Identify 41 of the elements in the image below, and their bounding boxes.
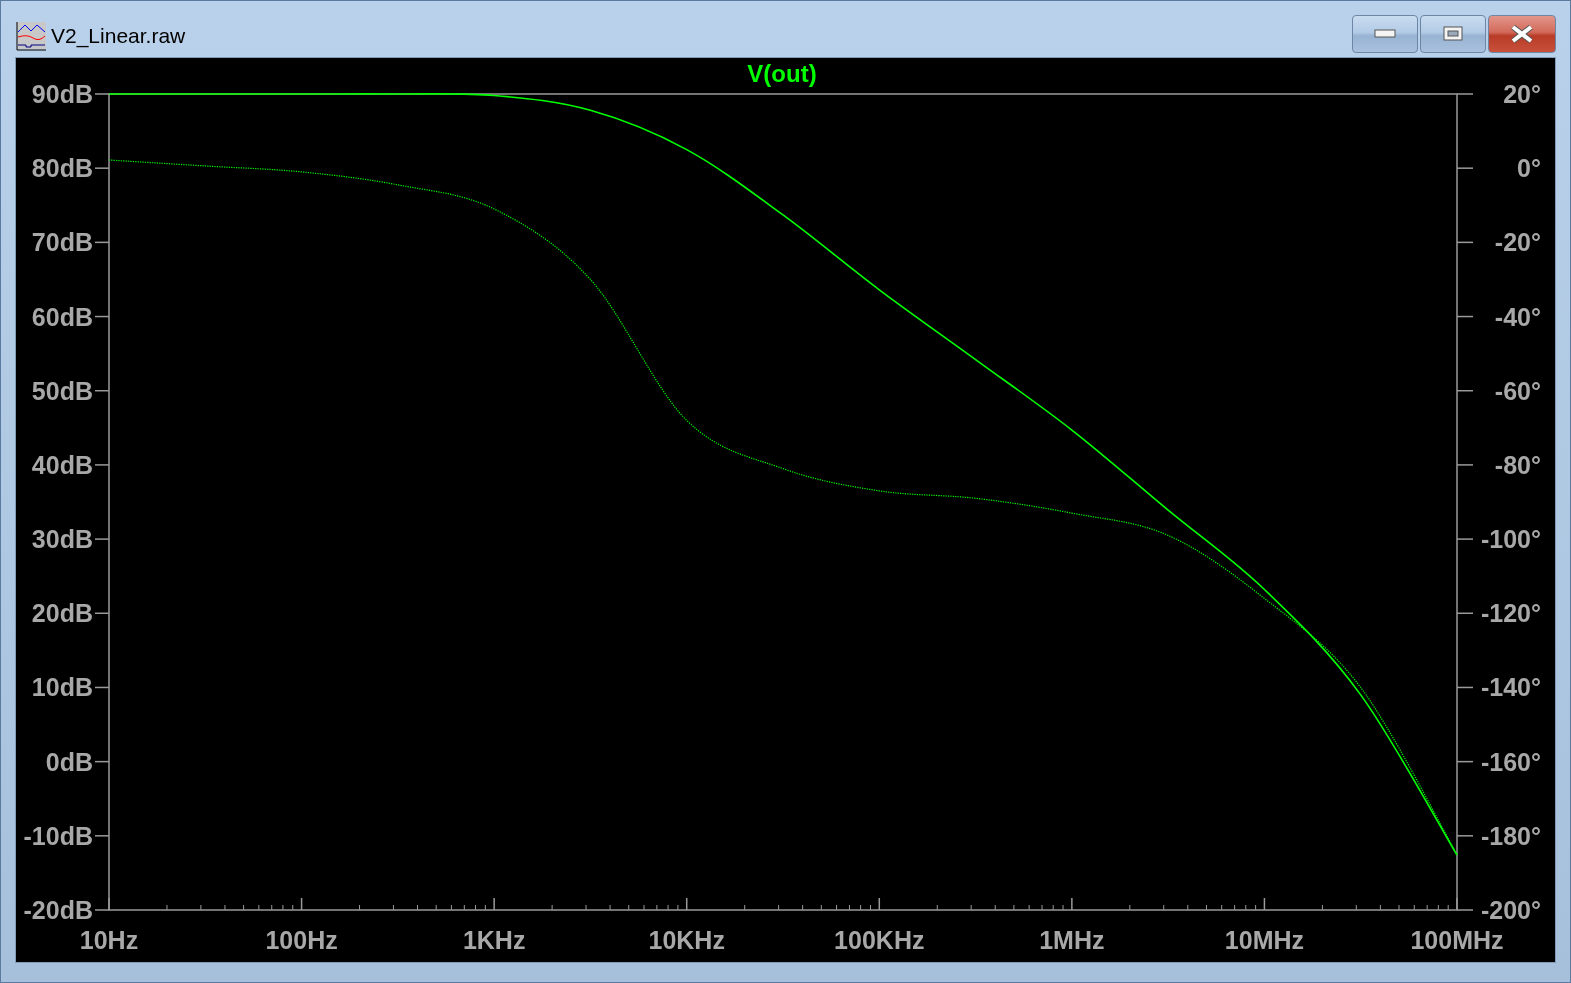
minimize-icon — [1374, 29, 1396, 39]
y-axis-label: 20dB — [31, 599, 93, 628]
y-axis-label: -120° — [1480, 599, 1541, 628]
chart-app-icon — [15, 20, 47, 52]
y-axis-label: 50dB — [31, 376, 93, 405]
maximize-icon — [1443, 26, 1463, 42]
y-axis-label: 0dB — [45, 747, 93, 776]
y-axis-label: -200° — [1480, 896, 1541, 924]
close-button[interactable] — [1488, 15, 1556, 53]
x-axis-label: 10MHz — [1224, 926, 1304, 954]
x-axis-label: 10Hz — [79, 926, 139, 954]
y-axis-label: 20° — [1503, 80, 1541, 108]
y-axis-label: 40dB — [31, 450, 93, 479]
x-axis-label: 100KHz — [834, 926, 925, 954]
y-axis-label: 70dB — [31, 228, 93, 257]
x-axis-label: 1MHz — [1039, 926, 1105, 954]
y-axis-label: -60° — [1494, 376, 1541, 405]
window-title: V2_Linear.raw — [51, 24, 186, 48]
y-axis-label: -10dB — [23, 821, 93, 850]
y-axis-label: -40° — [1494, 302, 1541, 331]
y-axis-label: 0° — [1517, 154, 1541, 183]
y-axis-label: -180° — [1480, 821, 1541, 850]
y-axis-label: 10dB — [31, 673, 93, 702]
x-axis-label: 100MHz — [1410, 926, 1504, 954]
minimize-button[interactable] — [1352, 15, 1418, 53]
y-axis-label: 90dB — [31, 80, 93, 108]
y-axis-label: 80dB — [31, 154, 93, 183]
maximize-button[interactable] — [1420, 15, 1486, 53]
x-axis-label: 100Hz — [265, 926, 338, 954]
y-axis-label: 30dB — [31, 525, 93, 554]
y-axis-label: 60dB — [31, 302, 93, 331]
y-axis-label: -20° — [1494, 228, 1541, 257]
y-axis-label: -140° — [1480, 673, 1541, 702]
x-axis-label: 10KHz — [648, 926, 725, 954]
y-axis-label: -80° — [1494, 450, 1541, 479]
close-icon — [1509, 24, 1535, 44]
chart-title: V(out) — [747, 60, 817, 87]
y-axis-label: -100° — [1480, 525, 1541, 554]
x-axis-label: 1KHz — [462, 926, 526, 954]
y-axis-label: -160° — [1480, 747, 1541, 776]
y-axis-label: -20dB — [23, 896, 93, 924]
